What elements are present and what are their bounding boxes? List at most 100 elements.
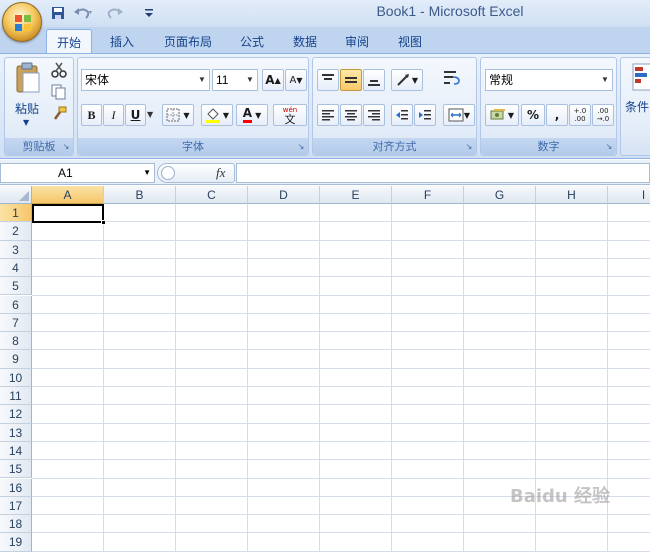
column-header[interactable]: B <box>104 186 176 204</box>
styles-group: 条件 <box>620 57 650 156</box>
fill-color-button[interactable]: ▼ <box>201 104 233 126</box>
fill-handle[interactable] <box>101 220 106 225</box>
italic-button[interactable]: I <box>103 104 124 126</box>
phonetic-button[interactable]: wén 文 <box>273 104 307 126</box>
column-header[interactable]: F <box>392 186 464 204</box>
row-header[interactable]: 9 <box>0 350 32 369</box>
row-header[interactable]: 16 <box>0 478 32 497</box>
column-gridline <box>247 204 248 552</box>
top-align-button[interactable] <box>317 69 339 91</box>
name-box[interactable]: A1 ▼ <box>0 163 155 183</box>
row-gridline <box>32 331 650 333</box>
chevron-down-icon: ▼ <box>143 168 151 177</box>
bottom-align-button[interactable] <box>363 69 385 91</box>
increase-decimal-button[interactable]: +.0 .00 <box>569 104 591 126</box>
column-header[interactable]: A <box>32 186 104 204</box>
row-header[interactable]: 5 <box>0 277 32 296</box>
qat-customize-icon[interactable] <box>142 4 156 22</box>
chevron-down-icon: ▼ <box>246 75 254 84</box>
row-header[interactable]: 8 <box>0 332 32 351</box>
column-header[interactable]: C <box>176 186 248 204</box>
align-center-button[interactable] <box>340 104 362 126</box>
tab-home[interactable]: 开始 <box>46 29 92 54</box>
align-left-button[interactable] <box>317 104 339 126</box>
middle-align-button[interactable] <box>340 69 362 91</box>
row-header[interactable]: 17 <box>0 496 32 516</box>
font-name-select[interactable]: 宋体 ▼ <box>81 69 210 91</box>
format-painter-icon[interactable] <box>51 106 69 124</box>
row-header[interactable]: 11 <box>0 387 32 406</box>
font-size-select[interactable]: 11 ▼ <box>212 69 258 91</box>
fx-button[interactable]: fx <box>216 164 234 182</box>
decrease-decimal-button[interactable]: .00 →.0 <box>592 104 614 126</box>
tab-formulas[interactable]: 公式 <box>232 29 272 53</box>
row-header[interactable]: 7 <box>0 313 32 333</box>
accounting-format-button[interactable]: ▼ <box>485 104 519 126</box>
row-header[interactable]: 4 <box>0 258 32 278</box>
cut-icon[interactable] <box>51 62 69 80</box>
shrink-font-button[interactable]: A ▼ <box>285 69 307 91</box>
increase-indent-button[interactable] <box>414 104 436 126</box>
grow-font-button[interactable]: A ▲ <box>262 69 284 91</box>
borders-icon <box>166 108 180 122</box>
chevron-down-icon: ▼ <box>411 75 419 85</box>
column-header[interactable]: G <box>464 186 536 204</box>
row-header[interactable]: 18 <box>0 515 32 534</box>
tab-review[interactable]: 审阅 <box>336 29 378 53</box>
row-header[interactable]: 14 <box>0 441 32 461</box>
underline-button[interactable]: U <box>125 104 146 126</box>
active-cell[interactable] <box>32 204 106 225</box>
number-launcher-icon[interactable]: ↘ <box>604 142 614 152</box>
middle-align-icon <box>345 77 357 83</box>
chevron-down-icon: ▼ <box>601 75 609 84</box>
comma-button[interactable]: , <box>546 104 568 126</box>
row-header[interactable]: 15 <box>0 460 32 479</box>
office-button[interactable] <box>2 2 42 42</box>
font-color-button[interactable]: A ▼ <box>236 104 268 126</box>
row-header[interactable]: 3 <box>0 240 32 259</box>
borders-button[interactable]: ▼ <box>162 104 194 126</box>
conditional-formatting-button[interactable]: 条件 <box>625 62 650 122</box>
alignment-launcher-icon[interactable]: ↘ <box>464 142 474 152</box>
phonetic-char: 文 <box>284 113 296 126</box>
formula-input[interactable] <box>236 163 650 183</box>
row-header[interactable]: 12 <box>0 405 32 424</box>
tab-insert[interactable]: 插入 <box>100 29 144 53</box>
bottom-align-icon <box>368 80 380 86</box>
select-all-button[interactable] <box>0 186 32 204</box>
column-header[interactable]: D <box>248 186 320 204</box>
tab-view[interactable]: 视图 <box>388 29 432 53</box>
merge-center-button[interactable]: ▼ <box>443 104 475 126</box>
insert-function-area: fx <box>157 163 235 183</box>
row-header[interactable]: 1 <box>0 204 32 223</box>
wrap-text-icon[interactable] <box>443 69 465 91</box>
chevron-down-icon: ▼ <box>222 110 230 120</box>
column-header[interactable]: E <box>320 186 392 204</box>
redo-icon[interactable] <box>102 4 128 22</box>
font-launcher-icon[interactable]: ↘ <box>296 142 306 152</box>
bold-button[interactable]: B <box>81 104 102 126</box>
clipboard-launcher-icon[interactable]: ↘ <box>61 142 71 152</box>
paste-button[interactable]: 粘贴 ▼ <box>9 62 45 130</box>
underline-dropdown-icon[interactable]: ▼ <box>147 104 157 126</box>
row-header[interactable]: 19 <box>0 533 32 552</box>
number-format-select[interactable]: 常规 ▼ <box>485 69 613 91</box>
tab-data[interactable]: 数据 <box>284 29 326 53</box>
percent-button[interactable]: % <box>521 104 545 126</box>
align-right-button[interactable] <box>363 104 385 126</box>
decrease-indent-button[interactable] <box>391 104 413 126</box>
orientation-button[interactable]: ▼ <box>391 69 423 91</box>
row-header[interactable]: 6 <box>0 295 32 314</box>
row-header[interactable]: 13 <box>0 423 32 442</box>
copy-icon[interactable] <box>51 84 69 102</box>
row-gridline <box>32 349 650 351</box>
number-group: 常规 ▼ ▼ % , +.0 .00 .00 →.0 数字 ↘ <box>480 57 617 156</box>
column-header[interactable]: I <box>608 186 650 204</box>
column-header[interactable]: H <box>536 186 608 204</box>
save-icon[interactable] <box>50 4 66 22</box>
row-header[interactable]: 2 <box>0 222 32 241</box>
undo-icon[interactable] <box>70 4 96 22</box>
row-header[interactable]: 10 <box>0 368 32 387</box>
expand-circle-icon[interactable] <box>161 166 175 180</box>
tab-page-layout[interactable]: 页面布局 <box>152 29 224 53</box>
